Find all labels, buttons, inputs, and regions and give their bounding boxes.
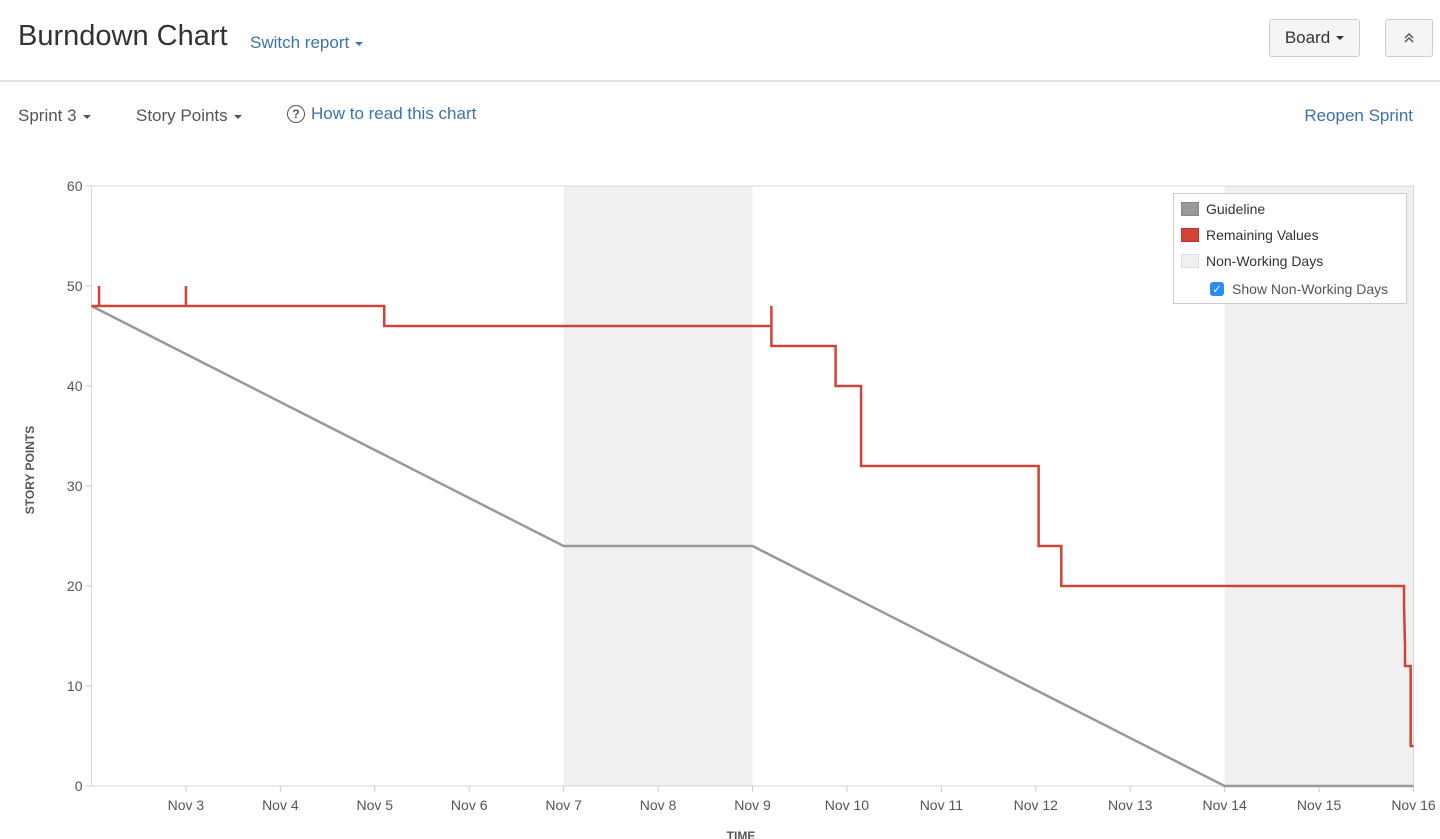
x-tick-label: Nov 13 [1108,797,1153,813]
show-non-working-checkbox[interactable]: ✓ Show Non-Working Days [1210,281,1388,297]
legend-item-remaining[interactable]: Remaining Values [1181,227,1319,243]
x-axis: Nov 3 Nov 4 Nov 5 Nov 6 Nov 7 Nov 8 Nov 9 Nov 1… [168,786,1436,813]
y-tick-label: 20 [67,578,83,594]
x-tick-label: Nov 10 [825,797,870,813]
burndown-chart: 0102030405060 Nov 3 Nov 4 Nov 5 Nov 6 Nov 7N… [23,178,1436,839]
y-tick-label: 50 [67,278,83,294]
show-non-working-label: Show Non-Working Days [1232,281,1389,297]
x-tick-label: Nov 7 [545,797,582,813]
x-tick-label: Nov 3 [168,797,205,813]
legend-item-non-working[interactable]: Non-Working Days [1181,253,1323,269]
x-tick-label: Nov 9 [734,797,771,813]
y-tick-label: 10 [67,678,83,694]
x-tick-label: Nov 14 [1202,797,1247,813]
x-tick-label: Nov 5 [356,797,393,813]
y-tick-label: 30 [67,478,83,494]
legend-item-guideline[interactable]: Guideline [1181,201,1265,217]
remaining-swatch [1181,228,1199,242]
x-tick-label: Nov 12 [1014,797,1059,813]
y-tick-label: 60 [67,178,83,194]
legend-label: Non-Working Days [1206,253,1324,269]
x-tick-label: Nov 6 [451,797,488,813]
chart-legend: Guideline Remaining Values Non-Working D… [1173,193,1407,304]
y-axis-title: STORY POINTS [23,426,37,514]
x-tick-label: Nov 8 [640,797,677,813]
x-axis-title: TIME [727,829,756,839]
x-tick-label: Nov 11 [920,797,964,813]
x-tick-label: Nov 4 [262,797,299,813]
y-tick-label: 40 [67,378,83,394]
checkmark-icon: ✓ [1210,282,1224,296]
legend-label: Remaining Values [1206,227,1319,243]
non-working-swatch [1181,254,1199,268]
x-tick-label: Nov 15 [1297,797,1342,813]
non-working-band [563,186,753,786]
legend-label: Guideline [1206,201,1266,217]
x-tick-label: Nov 16 [1391,797,1436,813]
y-axis: 0 10 20 30 40 50 60 [67,178,92,794]
y-tick-label: 0 [75,778,83,794]
guideline-swatch [1181,202,1199,216]
